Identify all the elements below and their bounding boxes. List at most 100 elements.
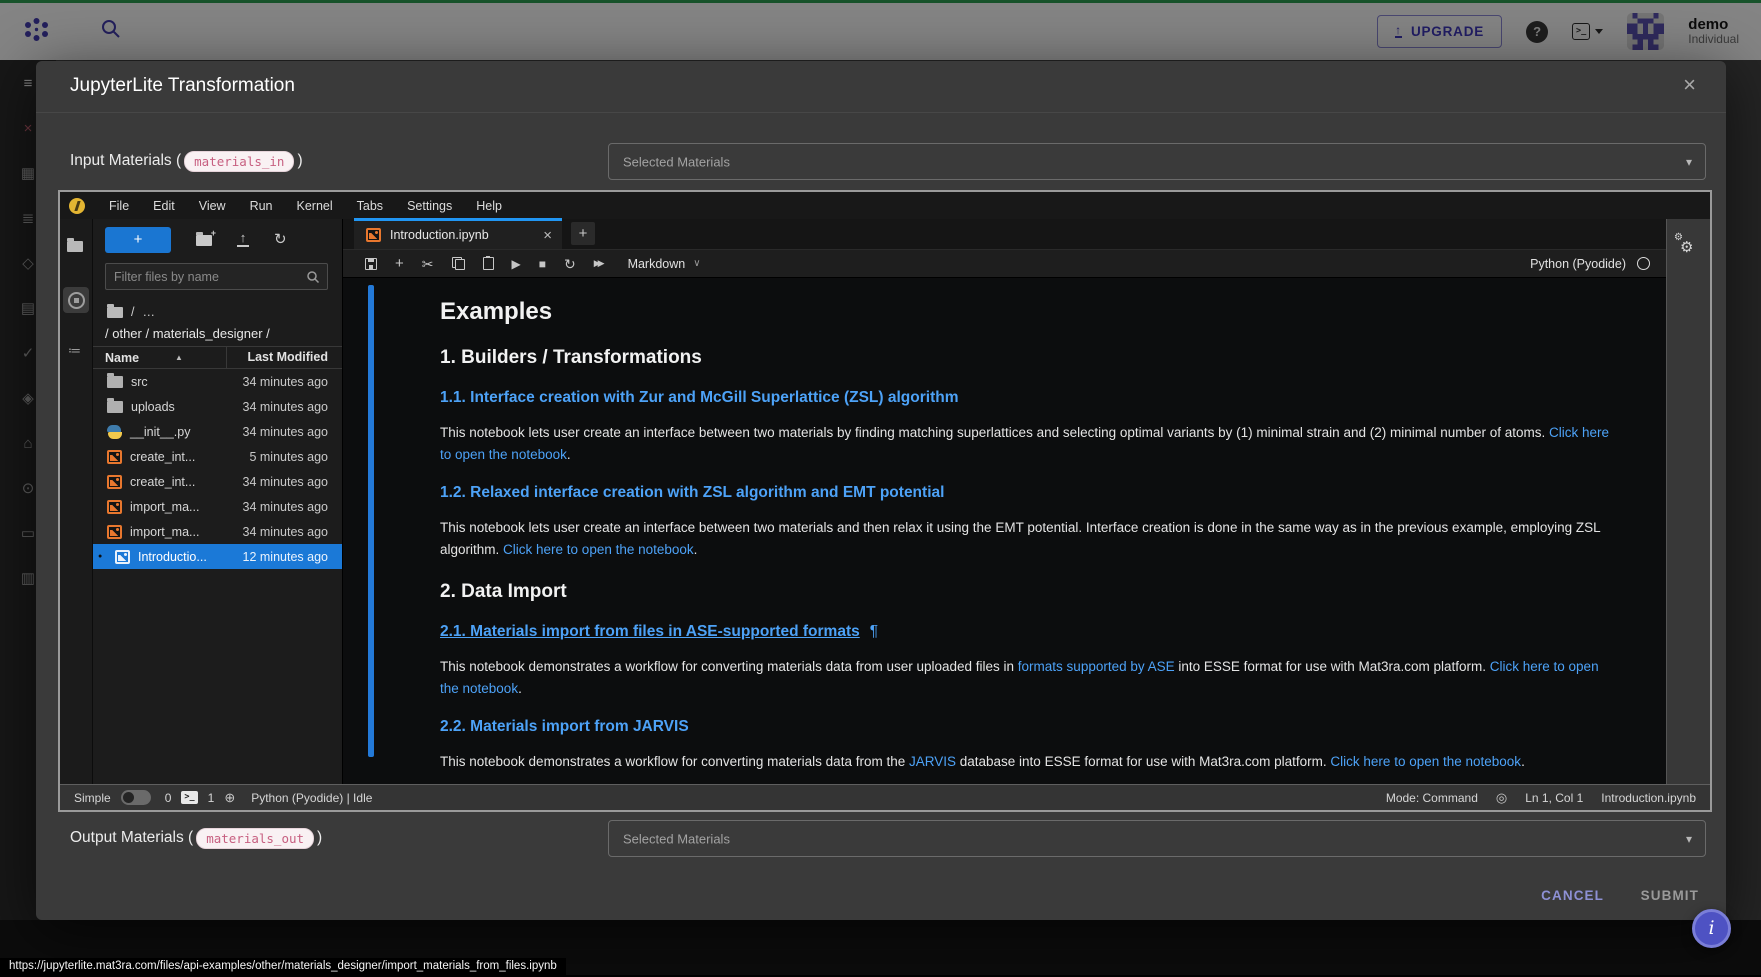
markdown-paragraph: This notebook demonstrates a workflow fo… (440, 751, 1611, 773)
filter-search-icon (306, 270, 320, 284)
heading-link-text[interactable]: 2.1. Materials import from files in ASE-… (440, 623, 860, 640)
close-icon[interactable]: × (1677, 71, 1702, 99)
save-icon[interactable] (365, 258, 377, 270)
paragraph-text: . (567, 447, 571, 462)
menu-tabs[interactable]: Tabs (345, 199, 395, 213)
simple-mode-toggle[interactable] (121, 790, 151, 805)
tab-close-icon[interactable]: × (543, 227, 552, 244)
tab-introduction-ipynb[interactable]: Introduction.ipynb × (354, 218, 562, 249)
selected-cell-bar[interactable] (368, 285, 374, 757)
kernel-count[interactable]: 1 (208, 791, 215, 805)
paragraph-text: into ESSE format for use with Mat3ra.com… (1175, 659, 1490, 674)
paste-cells-icon[interactable] (483, 257, 494, 270)
notebook-icon (107, 475, 122, 489)
left-tab-strip: ≔ (60, 219, 92, 784)
column-header-modified[interactable]: Last Modified (226, 347, 342, 368)
menu-edit[interactable]: Edit (141, 199, 187, 213)
refresh-icon[interactable]: ↻ (274, 233, 287, 247)
file-row--init-py[interactable]: __init__.py34 minutes ago (93, 419, 342, 444)
kernel-status-text[interactable]: Python (Pyodide) | Idle (251, 791, 372, 805)
column-header-name[interactable]: Name ▲ (93, 351, 226, 365)
markdown-heading[interactable]: 2.2. Materials import from JARVIS (440, 716, 1611, 737)
file-row-introductio-[interactable]: ●Introductio...12 minutes ago (93, 544, 342, 569)
file-row-create-int-[interactable]: create_int... 34 minutes ago (93, 469, 342, 494)
dialog-title: JupyterLite Transformation (70, 75, 295, 97)
filter-files-input[interactable] (106, 270, 306, 284)
output-materials-label: Output Materials (materials_out) (70, 826, 322, 850)
new-launcher-button[interactable]: + (105, 227, 171, 253)
insert-cell-icon[interactable]: + (395, 256, 404, 271)
running-sessions-tab-icon[interactable] (63, 287, 89, 313)
file-name: __init__.py (130, 425, 190, 439)
cell-type-select[interactable]: Markdown ∨ (628, 257, 701, 271)
table-of-contents-tab-icon[interactable]: ≔ (68, 343, 80, 359)
notebook-content: Examples1. Builders / Transformations1.1… (343, 278, 1666, 784)
notebook-link[interactable]: formats supported by ASE (1018, 659, 1175, 674)
markdown-heading[interactable]: 1.2. Relaxed interface creation with ZSL… (440, 482, 1611, 503)
upload-icon[interactable]: ↑ (237, 233, 249, 247)
breadcrumb-path[interactable]: / other / materials_designer / (105, 326, 270, 341)
new-tab-button[interactable]: + (571, 222, 595, 245)
menu-file[interactable]: File (97, 199, 141, 213)
info-fab-button[interactable]: i (1692, 909, 1731, 948)
notebook-link[interactable]: Click here to open the notebook (1330, 754, 1521, 769)
markdown-heading[interactable]: 2.1. Materials import from files in ASE-… (440, 621, 1611, 642)
file-name: create_int... (130, 475, 195, 489)
file-row-import-ma-[interactable]: import_ma...34 minutes ago (93, 494, 342, 519)
notebook-area: Introduction.ipynb × + + ✂ ▶ ■ ↻ (343, 219, 1667, 784)
terminal-count[interactable]: 0 (165, 791, 172, 805)
cut-cells-icon[interactable]: ✂ (422, 257, 434, 271)
cancel-button[interactable]: CANCEL (1535, 887, 1610, 904)
menu-settings[interactable]: Settings (395, 199, 464, 213)
paragraph-text: This notebook demonstrates a workflow fo… (440, 659, 1018, 674)
command-mode-label[interactable]: Mode: Command (1386, 791, 1478, 805)
paragraph-text: . (1521, 754, 1525, 769)
tab-title: Introduction.ipynb (390, 228, 489, 242)
accessibility-status-icon: ◎ (1496, 790, 1507, 806)
menu-view[interactable]: View (187, 199, 238, 213)
menu-run[interactable]: Run (238, 199, 285, 213)
notebook-toolbar: + ✂ ▶ ■ ↻ ▶▶ Markdown ∨ Python (P (343, 250, 1666, 278)
file-modified: 34 minutes ago (243, 375, 342, 389)
notebook-link[interactable]: JARVIS (909, 754, 956, 769)
menu-kernel[interactable]: Kernel (285, 199, 345, 213)
cursor-position[interactable]: Ln 1, Col 1 (1525, 791, 1583, 805)
input-materials-select[interactable]: Selected Materials ▾ (608, 143, 1706, 180)
submit-button[interactable]: SUBMIT (1635, 887, 1705, 904)
markdown-cell-content: Examples1. Builders / Transformations1.1… (343, 278, 1666, 773)
new-folder-icon[interactable]: + (196, 235, 212, 246)
markdown-heading[interactable]: 1.1. Interface creation with Zur and McG… (440, 387, 1611, 408)
paragraph-text: database into ESSE format for use with M… (956, 754, 1330, 769)
run-cell-icon[interactable]: ▶ (512, 258, 521, 270)
file-row-uploads[interactable]: uploads34 minutes ago (93, 394, 342, 419)
input-select-label: Selected Materials (623, 154, 730, 169)
markdown-paragraph: This notebook demonstrates a workflow fo… (440, 656, 1611, 699)
notebook-link[interactable]: Click here to open the notebook (503, 542, 694, 557)
output-materials-select[interactable]: Selected Materials ▾ (608, 820, 1706, 857)
paragraph-text: . (694, 542, 698, 557)
restart-run-all-icon[interactable]: ▶▶ (594, 259, 602, 268)
jupyter-statusbar: Simple 0 >_ 1 ⊕ Python (Pyodide) | Idle … (60, 784, 1710, 810)
breadcrumb-root[interactable]: / (131, 305, 134, 319)
paragraph-text: This notebook demonstrates a workflow fo… (440, 754, 909, 769)
file-row-import-ma-[interactable]: import_ma...34 minutes ago (93, 519, 342, 544)
markdown-heading: 1. Builders / Transformations (440, 346, 1611, 370)
property-inspector-gears-icon[interactable]: ⚙ ⚙ (1674, 233, 1700, 259)
home-folder-icon[interactable] (107, 307, 123, 318)
file-row-src[interactable]: src34 minutes ago (93, 369, 342, 394)
file-modified: 34 minutes ago (243, 475, 342, 489)
stop-kernel-icon[interactable]: ■ (539, 258, 546, 270)
file-name: create_int... (130, 450, 195, 464)
file-list: src34 minutes agouploads34 minutes ago__… (93, 369, 342, 784)
jupyterlite-logo-icon[interactable] (69, 198, 85, 214)
breadcrumb-ellipsis[interactable]: … (142, 305, 155, 319)
menu-help[interactable]: Help (464, 199, 514, 213)
kernel-status-icon[interactable] (1637, 257, 1650, 270)
file-browser-tab-icon[interactable] (67, 239, 83, 257)
copy-cells-icon[interactable] (452, 257, 465, 270)
kernel-name[interactable]: Python (Pyodide) (1530, 257, 1626, 271)
anchor-pilcrow-icon[interactable]: ¶ (870, 623, 878, 640)
file-row-create-int-[interactable]: create_int...5 minutes ago (93, 444, 342, 469)
jupyter-menubar: FileEditViewRunKernelTabsSettingsHelp (60, 192, 1710, 219)
restart-kernel-icon[interactable]: ↻ (564, 257, 576, 271)
